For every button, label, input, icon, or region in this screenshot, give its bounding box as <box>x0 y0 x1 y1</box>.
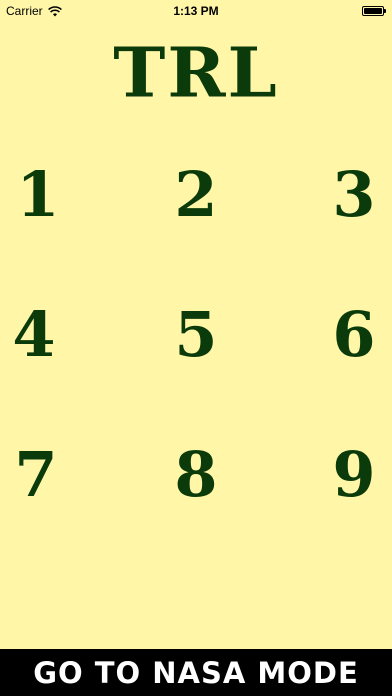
status-bar: Carrier 1:13 PM <box>0 0 392 22</box>
key-6[interactable]: 6 <box>314 284 392 384</box>
key-2[interactable]: 2 <box>156 144 236 244</box>
nasa-mode-button[interactable]: GO TO NASA MODE <box>0 649 392 696</box>
nasa-mode-button-label: GO TO NASA MODE <box>33 655 359 690</box>
key-5[interactable]: 5 <box>156 284 236 384</box>
key-9[interactable]: 9 <box>314 424 392 524</box>
key-4[interactable]: 4 <box>0 284 74 384</box>
key-3[interactable]: 3 <box>314 144 392 244</box>
keypad: 1 2 3 4 5 6 7 8 9 <box>0 150 392 520</box>
status-right <box>362 5 386 19</box>
app-title: TRL <box>113 31 279 114</box>
key-1[interactable]: 1 <box>0 144 78 244</box>
battery-icon <box>362 6 386 16</box>
key-7[interactable]: 7 <box>0 424 76 524</box>
key-8[interactable]: 8 <box>156 424 236 524</box>
status-time: 1:13 PM <box>173 4 219 18</box>
